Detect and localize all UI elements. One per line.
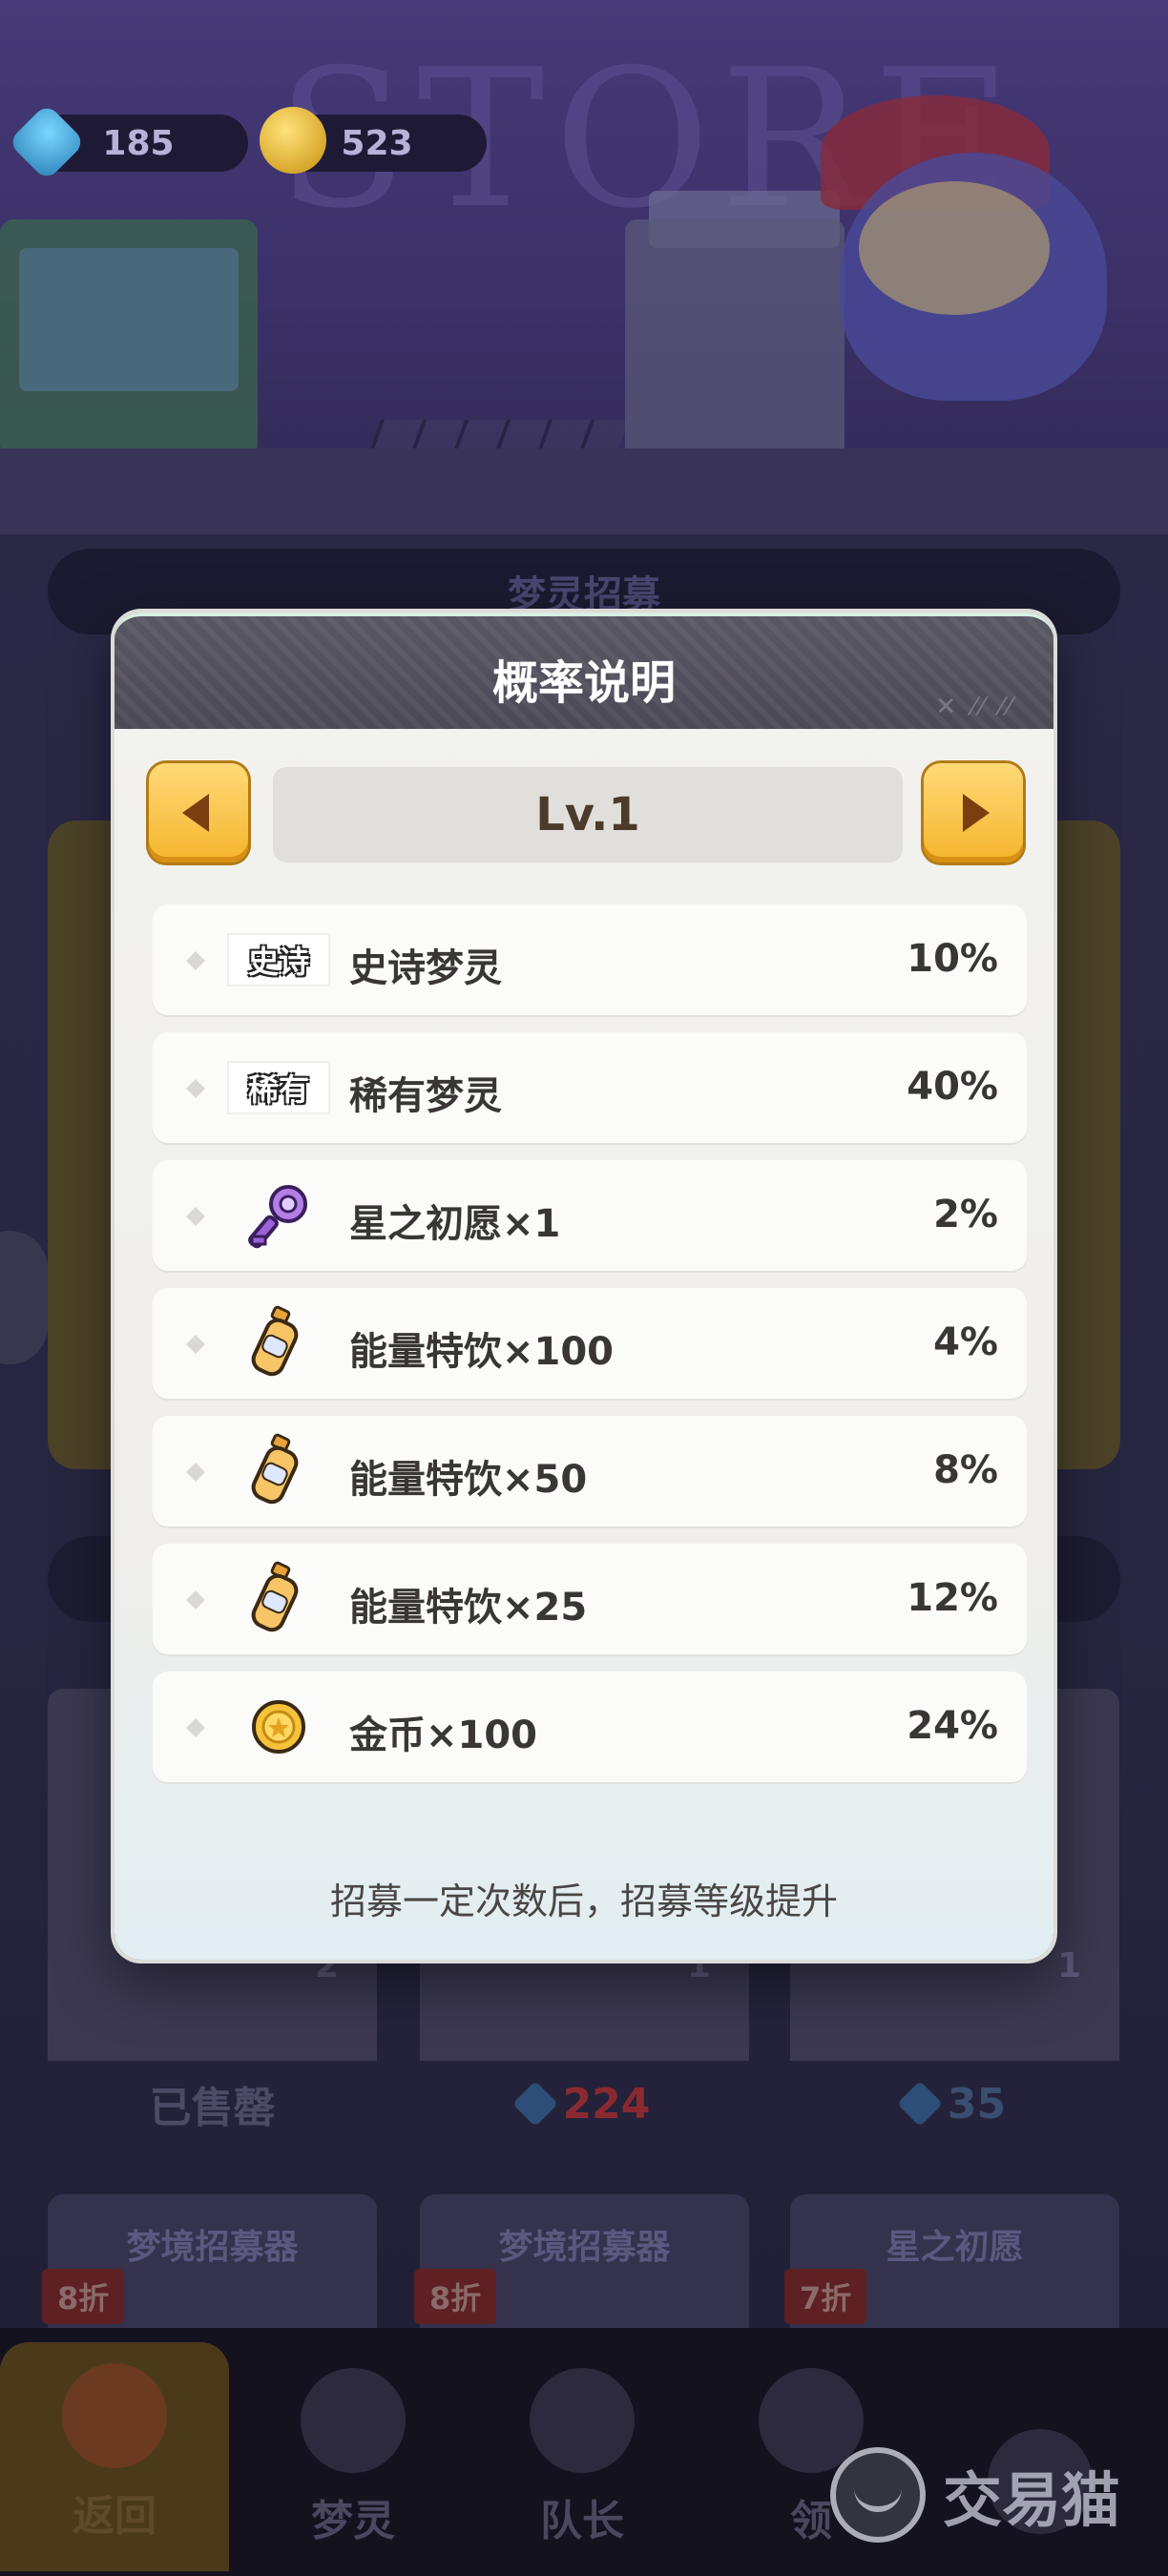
offer-title: 星之初愿 bbox=[886, 2228, 1024, 2267]
rare-tag: 稀有 bbox=[227, 1061, 330, 1114]
gold-coin-icon bbox=[227, 1689, 330, 1765]
coin-icon bbox=[260, 107, 326, 174]
item-probability: 24% bbox=[907, 1704, 998, 1748]
recruit-title: 梦灵招募 bbox=[508, 573, 660, 617]
list-item: 金币×100 24% bbox=[153, 1672, 1027, 1782]
bullet-icon bbox=[186, 1463, 205, 1482]
cat-logo-icon bbox=[830, 2447, 926, 2543]
offer-card-1[interactable]: 梦境招募器 8折 bbox=[42, 2194, 377, 2337]
recruit-level-note: 招募一定次数后，招募等级提升 bbox=[329, 1880, 838, 1922]
level-display: Lv.1 bbox=[273, 767, 903, 862]
prev-level-button[interactable] bbox=[149, 763, 248, 862]
gem-amount: 185 bbox=[102, 123, 175, 163]
chevron-right-icon bbox=[963, 794, 990, 832]
dialog-title: 概率说明 bbox=[491, 656, 676, 710]
offer-card-3[interactable]: 星之初愿 7折 bbox=[784, 2194, 1119, 2337]
energy-drink-icon bbox=[227, 1305, 330, 1381]
watermark: 交易猫 bbox=[830, 2442, 1120, 2547]
bullet-icon bbox=[186, 1718, 205, 1737]
item-label: 能量特饮×25 bbox=[349, 1586, 588, 1630]
item-label: 能量特饮×100 bbox=[349, 1330, 615, 1374]
captain-icon bbox=[530, 2368, 635, 2473]
bullet-icon bbox=[186, 1079, 205, 1098]
item-probability: 4% bbox=[933, 1320, 998, 1364]
discount-badge: 8折 bbox=[42, 2269, 125, 2324]
nav-back-label: 返回 bbox=[73, 2492, 156, 2541]
bullet-icon bbox=[186, 1207, 205, 1226]
energy-drink-icon bbox=[227, 1561, 330, 1637]
bullet-icon bbox=[186, 951, 205, 970]
chevron-left-icon bbox=[182, 794, 209, 832]
price-value: 224 bbox=[562, 2079, 651, 2129]
item-label: 星之初愿×1 bbox=[349, 1202, 561, 1246]
nav-spirit-tab[interactable]: 梦灵 bbox=[239, 2347, 468, 2576]
star-key-icon bbox=[227, 1177, 330, 1254]
item-probability: 10% bbox=[907, 937, 998, 981]
printer-illustration bbox=[625, 219, 845, 458]
item-probability: 12% bbox=[907, 1576, 998, 1620]
offer-card-2[interactable]: 梦境招募器 8折 bbox=[414, 2194, 749, 2337]
list-item: 能量特饮×25 12% bbox=[153, 1544, 1027, 1654]
offer-title: 梦境招募器 bbox=[126, 2228, 299, 2267]
price-value: 35 bbox=[947, 2079, 1007, 2129]
item-label: 史诗梦灵 bbox=[349, 946, 502, 990]
coin-amount: 523 bbox=[341, 123, 413, 163]
item-label: 稀有梦灵 bbox=[349, 1074, 502, 1118]
list-item: 能量特饮×100 4% bbox=[153, 1288, 1027, 1399]
item-label: 能量特饮×50 bbox=[349, 1458, 588, 1502]
list-item: 能量特饮×50 8% bbox=[153, 1416, 1027, 1527]
bullet-icon bbox=[186, 1590, 205, 1610]
next-level-button[interactable] bbox=[924, 763, 1023, 862]
watermark-text: 交易猫 bbox=[943, 2465, 1121, 2535]
gem-icon bbox=[511, 2080, 558, 2128]
gem-icon bbox=[896, 2080, 943, 2128]
list-item: 稀有 稀有梦灵 40% bbox=[153, 1032, 1027, 1143]
list-item: 史诗 史诗梦灵 10% bbox=[153, 904, 1027, 1015]
claw-machine-glass bbox=[19, 248, 239, 391]
nav-back-button[interactable]: 返回 bbox=[0, 2342, 229, 2571]
item-probability: 8% bbox=[933, 1448, 998, 1492]
price-label: 224 bbox=[420, 2061, 749, 2147]
dialog-header: 概率说明 ✕ ⁄⁄ ⁄⁄ bbox=[115, 613, 1053, 729]
header-decoration: ✕ ⁄⁄ ⁄⁄ bbox=[935, 693, 1015, 721]
spirit-icon bbox=[301, 2368, 406, 2473]
rare-tag-icon: 稀有 bbox=[227, 1049, 330, 1126]
offer-title: 梦境招募器 bbox=[498, 2228, 671, 2267]
nav-captain-tab[interactable]: 队长 bbox=[468, 2347, 697, 2576]
nav-spirit-label: 梦灵 bbox=[311, 2497, 395, 2545]
price-label: 35 bbox=[790, 2061, 1119, 2147]
discount-badge: 7折 bbox=[784, 2269, 867, 2324]
bullet-icon bbox=[186, 1335, 205, 1354]
item-probability: 40% bbox=[907, 1065, 998, 1109]
mascot-face-illustration bbox=[859, 181, 1050, 315]
store-counter bbox=[0, 448, 1168, 534]
discount-badge: 8折 bbox=[414, 2269, 497, 2324]
floating-side-button[interactable] bbox=[0, 1231, 48, 1364]
epic-tag-icon: 史诗 bbox=[227, 922, 330, 998]
probability-list: 史诗 史诗梦灵 10% 稀有 稀有梦灵 40% 星之初愿×1 2% 能量特饮×1… bbox=[153, 904, 1027, 1799]
sold-out-label: 已售罄 bbox=[48, 2061, 377, 2147]
level-label: Lv.1 bbox=[535, 788, 640, 841]
list-item: 星之初愿×1 2% bbox=[153, 1160, 1027, 1271]
back-arrow-icon bbox=[62, 2363, 167, 2468]
item-probability: 2% bbox=[933, 1193, 998, 1236]
item-count: 1 bbox=[1056, 1946, 1081, 1985]
nav-claim-label: 领 bbox=[790, 2497, 832, 2545]
energy-drink-icon bbox=[227, 1433, 330, 1509]
epic-tag: 史诗 bbox=[227, 933, 330, 987]
probability-dialog: 概率说明 ✕ ⁄⁄ ⁄⁄ Lv.1 史诗 史诗梦灵 10% 稀有 稀有梦灵 40… bbox=[115, 613, 1053, 1960]
nav-captain-label: 队长 bbox=[540, 2497, 624, 2545]
item-label: 金币×100 bbox=[349, 1714, 538, 1757]
